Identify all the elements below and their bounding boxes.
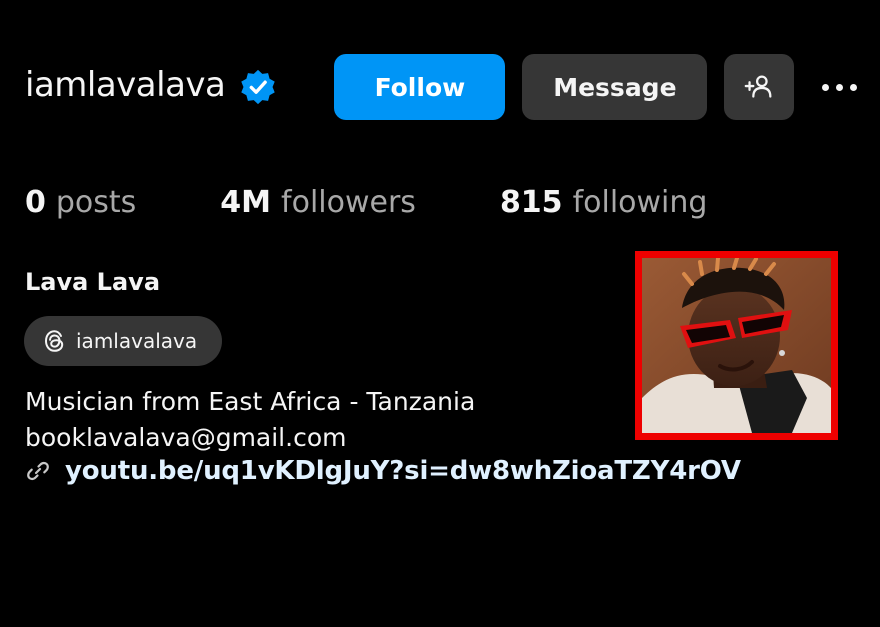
- profile-stats: 0 posts 4M followers 815 following: [25, 185, 707, 221]
- following-number: 815: [499, 185, 563, 220]
- posts-label: posts: [55, 185, 137, 220]
- add-person-icon: [745, 75, 772, 98]
- posts-count: 0 posts: [25, 185, 136, 221]
- verified-badge-icon: [239, 68, 277, 106]
- following-label: following: [572, 185, 708, 220]
- profile-header: iamlavalava Follow Message: [25, 54, 875, 120]
- bio-line: Musician from East Africa - Tanzania: [25, 387, 476, 416]
- following-link[interactable]: 815 following: [500, 185, 708, 221]
- link-url: youtu.be/uq1vKDlgJuY?si=dw8whZioaTZY4rOV: [65, 456, 741, 486]
- add-person-button[interactable]: [724, 54, 795, 120]
- bio: Musician from East Africa - Tanzania boo…: [25, 384, 475, 456]
- message-button[interactable]: Message: [522, 54, 708, 120]
- full-name: Lava Lava: [25, 268, 161, 296]
- link-icon: [27, 461, 49, 481]
- followers-link[interactable]: 4M followers: [220, 185, 416, 221]
- follow-button[interactable]: Follow: [334, 54, 506, 120]
- followers-number: 4M: [220, 185, 272, 220]
- posts-number: 0: [25, 185, 46, 220]
- threads-icon: [45, 330, 64, 352]
- profile-photo: [642, 258, 831, 433]
- username: iamlavalava: [25, 65, 226, 105]
- profile-photo-highlight[interactable]: [635, 251, 838, 440]
- bio-email: booklavalava@gmail.com: [25, 423, 347, 452]
- more-options-icon[interactable]: [822, 54, 858, 120]
- external-link[interactable]: youtu.be/uq1vKDlgJuY?si=dw8whZioaTZY4rOV: [25, 456, 741, 486]
- followers-label: followers: [281, 185, 416, 220]
- threads-handle: iamlavalava: [76, 329, 198, 353]
- threads-badge[interactable]: iamlavalava: [24, 316, 222, 366]
